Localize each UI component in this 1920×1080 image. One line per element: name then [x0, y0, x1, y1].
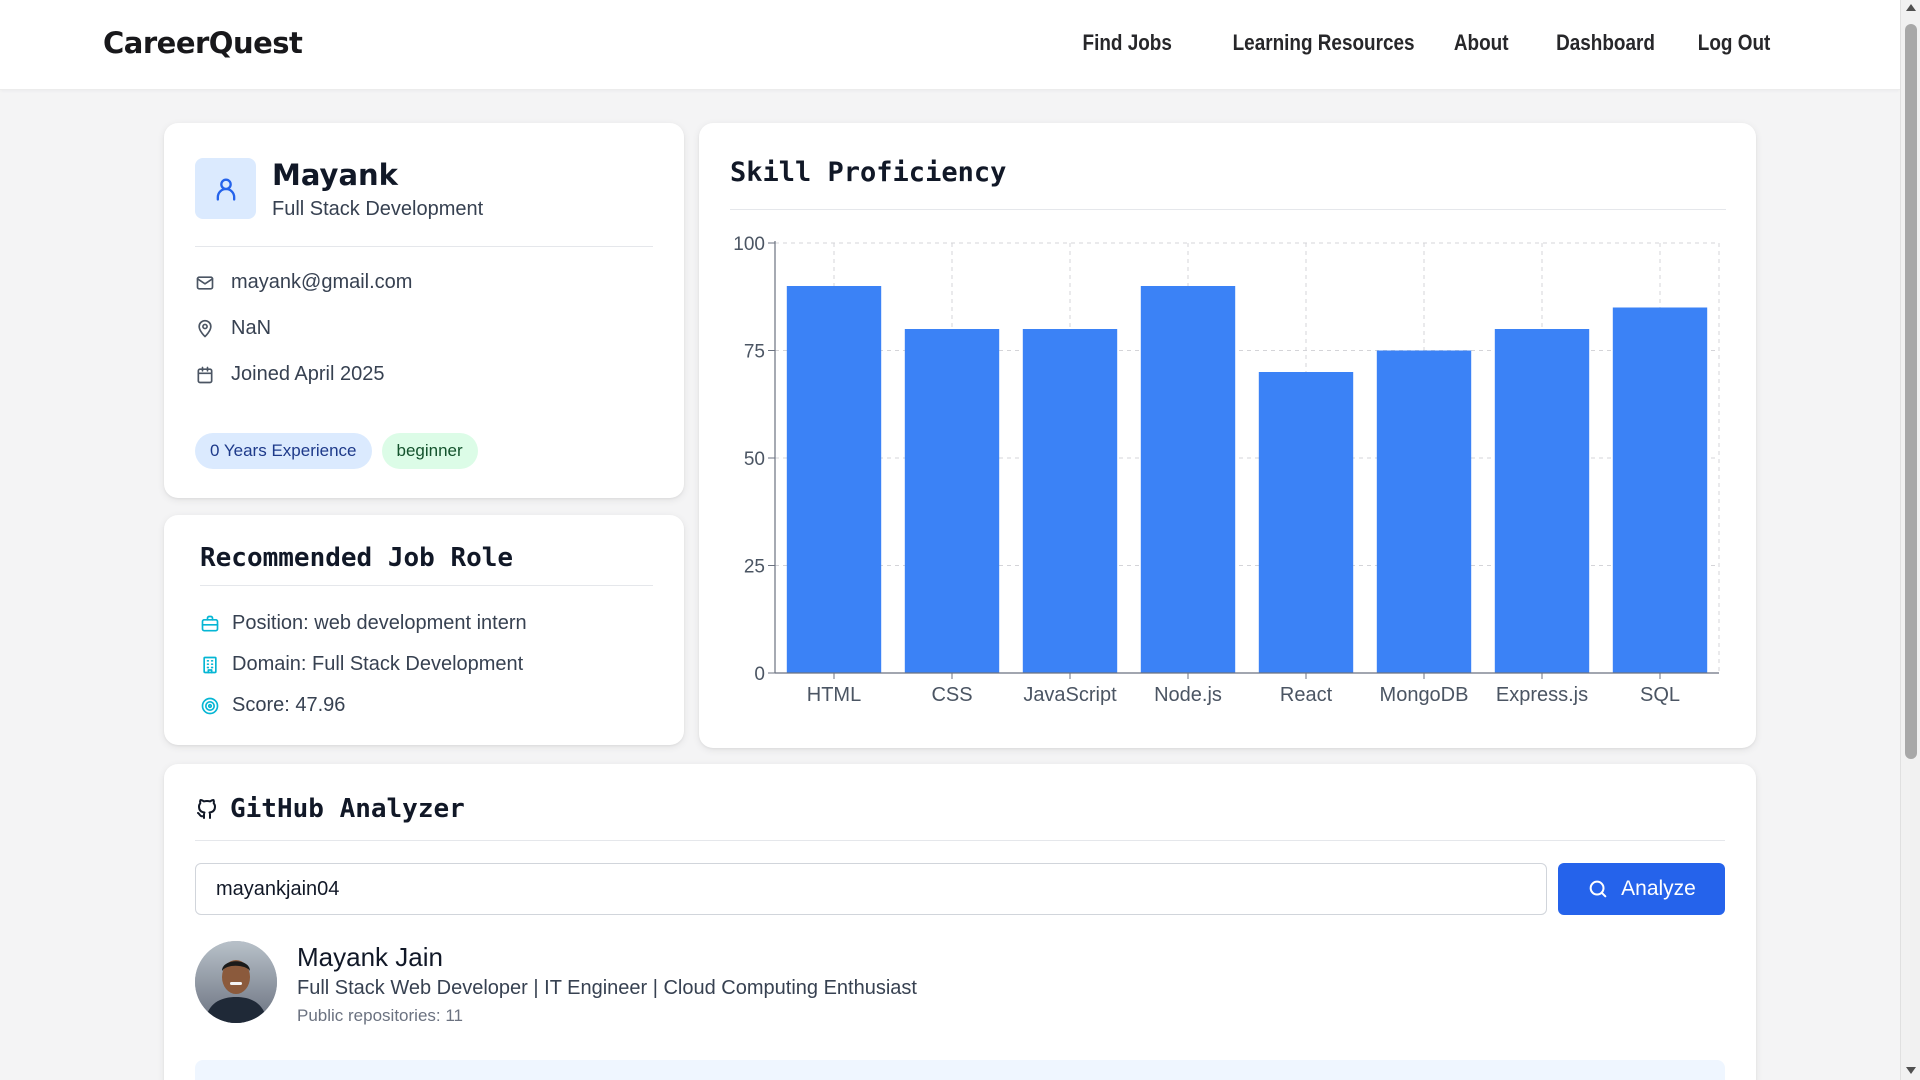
x-tick-label: HTML — [807, 684, 861, 706]
map-pin-icon — [198, 319, 212, 337]
y-tick-label: 50 — [744, 449, 765, 470]
page-scrollbar[interactable] — [1900, 0, 1920, 1080]
profile-domain: Full Stack Development — [272, 198, 484, 220]
bar-css — [904, 329, 1000, 673]
profile-avatar — [195, 158, 256, 219]
divider — [200, 585, 653, 586]
profile-joined-row: Joined April 2025 — [195, 363, 384, 386]
profile-location: NaN — [231, 317, 272, 339]
y-tick-label: 100 — [733, 234, 765, 255]
mail-icon — [196, 275, 214, 290]
recommended-position: Position: web development intern — [232, 612, 527, 634]
github-username-input[interactable] — [195, 863, 1547, 915]
x-tick-label: JavaScript — [1023, 684, 1117, 706]
bar-html — [786, 286, 882, 673]
profile-email: mayank@gmail.com — [231, 271, 413, 293]
github-user-bio: Full Stack Web Developer | IT Engineer |… — [297, 977, 917, 999]
divider — [195, 840, 1725, 841]
github-icon — [197, 799, 216, 819]
github-user-name: Mayank Jain — [297, 942, 443, 972]
y-tick-label: 75 — [744, 342, 765, 363]
analyze-label: Analyze — [1621, 877, 1696, 900]
bar-sql — [1612, 307, 1708, 673]
bar-mongodb — [1376, 350, 1472, 673]
nav-learning-resources[interactable]: Learning Resources — [1232, 30, 1414, 56]
y-tick-label: 0 — [754, 664, 765, 685]
profile-card: Mayank Full Stack Development mayank@gma… — [164, 123, 684, 498]
search-icon — [1589, 880, 1607, 898]
recommended-title: Recommended Job Role — [200, 543, 514, 573]
bar-node-js — [1140, 286, 1236, 673]
github-title-row: GitHub Analyzer — [195, 794, 465, 824]
recommended-score-row: Score: 47.96 — [200, 694, 345, 717]
scroll-down-arrow-icon[interactable] — [1906, 1067, 1916, 1074]
bar-express-js — [1494, 329, 1590, 673]
recommended-position-row: Position: web development intern — [200, 612, 527, 635]
github-analyzer-card: GitHub Analyzer Analyze Mayank Jain Full… — [164, 764, 1756, 1080]
github-avatar-photo — [195, 941, 277, 1023]
recommended-domain: Domain: Full Stack Development — [232, 653, 524, 675]
profile-joined: Joined April 2025 — [231, 363, 385, 385]
recommended-domain-row: Domain: Full Stack Development — [200, 653, 523, 676]
nav-find-jobs[interactable]: Find Jobs — [1082, 30, 1171, 56]
x-tick-label: CSS — [931, 684, 972, 706]
level-badge: beginner — [381, 433, 478, 469]
divider — [195, 246, 653, 247]
target-icon — [201, 697, 219, 714]
user-icon — [216, 178, 235, 201]
skill-proficiency-card: Skill Proficiency 0 25 50 75 100 HTML CSS JavaS… — [699, 123, 1756, 748]
x-tick-label: SQL — [1640, 684, 1680, 706]
github-repo-count: Public repositories: 11 — [297, 1006, 463, 1025]
x-tick-label: React — [1280, 684, 1333, 706]
recommended-score: Score: 47.96 — [232, 694, 346, 716]
calendar-icon — [197, 366, 213, 383]
github-results-panel — [195, 1060, 1725, 1080]
brand-logo[interactable]: CareerQuest — [103, 26, 303, 60]
x-tick-label: Node.js — [1154, 684, 1222, 706]
profile-name: Mayank — [272, 158, 398, 192]
profile-email-row: mayank@gmail.com — [195, 271, 412, 294]
x-tick-label: Express.js — [1496, 684, 1588, 706]
github-title: GitHub Analyzer — [230, 794, 465, 824]
nav-dashboard[interactable]: Dashboard — [1556, 30, 1655, 56]
scroll-up-arrow-icon[interactable] — [1906, 4, 1916, 11]
skill-bar-chart: 0 25 50 75 100 HTML CSS JavaScript Node.js React M… — [733, 234, 1720, 706]
experience-badge: 0 Years Experience — [195, 433, 372, 469]
x-tick-label: MongoDB — [1380, 684, 1469, 706]
main-nav: Find Jobs Learning Resources About Dashb… — [1068, 30, 1770, 56]
bar-react — [1258, 372, 1354, 673]
github-avatar — [195, 941, 277, 1023]
briefcase-icon — [201, 615, 219, 631]
nav-about[interactable]: About — [1454, 30, 1509, 56]
nav-log-out[interactable]: Log Out — [1697, 30, 1770, 56]
y-tick-label: 25 — [744, 557, 765, 578]
analyze-button[interactable]: Analyze — [1558, 863, 1725, 915]
profile-badges: 0 Years Experience beginner — [195, 433, 478, 469]
bar-javascript — [1022, 329, 1118, 673]
profile-location-row: NaN — [195, 317, 271, 340]
top-header: CareerQuest Find Jobs Learning Resources… — [0, 0, 1900, 90]
building-icon — [203, 656, 217, 673]
recommended-job-card: Recommended Job Role Position: web devel… — [164, 515, 684, 745]
scroll-thumb[interactable] — [1905, 24, 1917, 759]
